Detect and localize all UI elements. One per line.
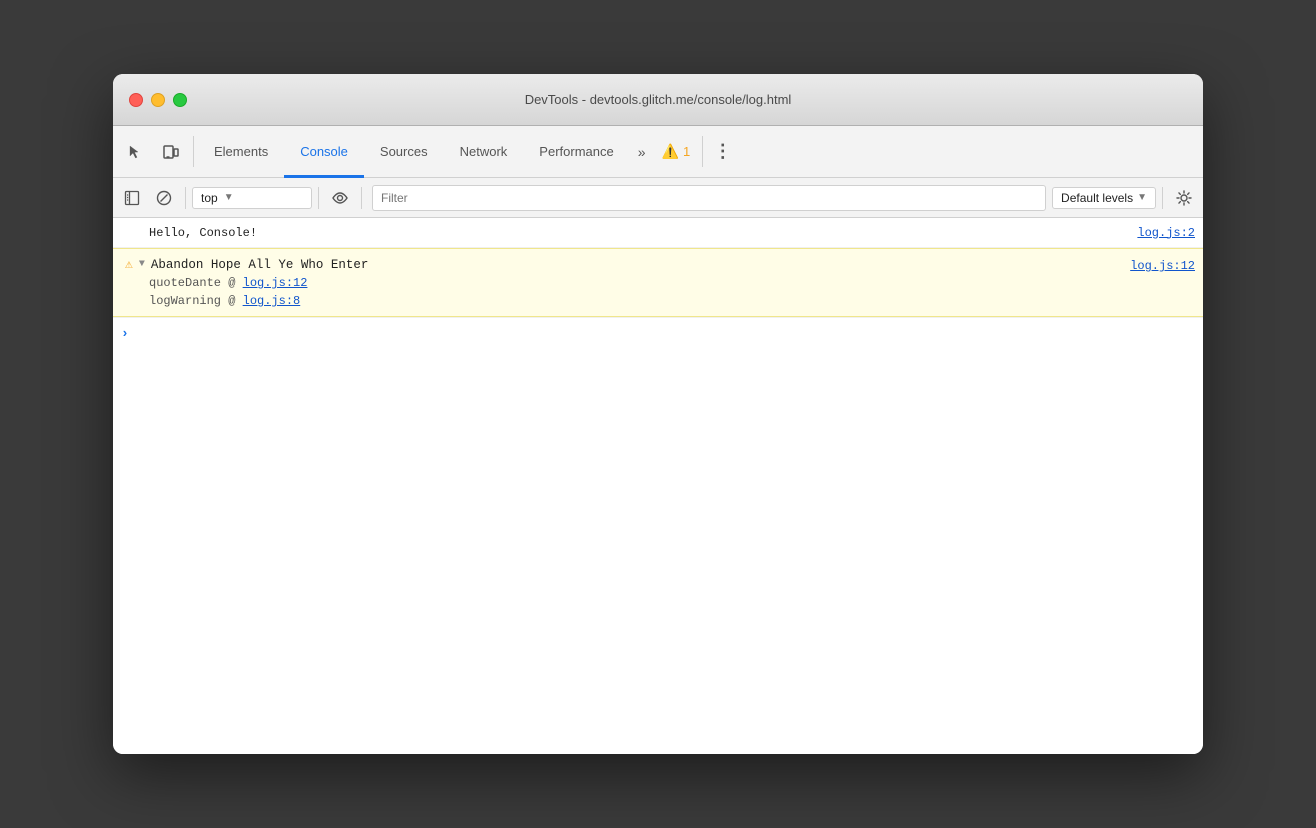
context-selector-arrow: ▼: [224, 192, 234, 203]
console-input-row[interactable]: ›: [113, 317, 1203, 349]
warning-main-line: ⚠ ▼ Abandon Hope All Ye Who Enter: [125, 257, 1130, 272]
devtools-tabbar: Elements Console Sources Network Perform…: [113, 126, 1203, 178]
minimize-button[interactable]: [151, 93, 165, 107]
console-settings-button[interactable]: [1169, 184, 1199, 212]
stack-frame-1: quoteDante @ log.js:12: [125, 276, 1130, 290]
traffic-lights: [129, 93, 187, 107]
log-message: Hello, Console!: [149, 226, 257, 240]
warning-triangle-icon: ⚠️: [662, 143, 679, 160]
close-button[interactable]: [129, 93, 143, 107]
toolbar-separator-1: [185, 187, 186, 209]
warning-title: Abandon Hope All Ye Who Enter: [151, 258, 369, 272]
console-warning-entry: ⚠ ▼ Abandon Hope All Ye Who Enter quoteD…: [113, 248, 1203, 317]
window-title: DevTools - devtools.glitch.me/console/lo…: [525, 92, 792, 107]
clear-console-button[interactable]: [149, 184, 179, 212]
device-toolbar-icon[interactable]: [153, 126, 189, 177]
select-element-icon[interactable]: [117, 126, 153, 177]
console-output: Hello, Console! log.js:2 ⚠ ▼ Abandon Hop…: [113, 218, 1203, 754]
filter-input[interactable]: [372, 185, 1046, 211]
context-selector[interactable]: top ▼: [192, 187, 312, 209]
stack-fn-2: logWarning @: [149, 294, 243, 308]
stack-link-1[interactable]: log.js:12: [243, 276, 308, 290]
devtools-window: DevTools - devtools.glitch.me/console/lo…: [113, 74, 1203, 754]
console-prompt-icon: ›: [121, 326, 129, 341]
tab-sources[interactable]: Sources: [364, 127, 444, 178]
stack-fn-1: quoteDante @: [149, 276, 243, 290]
tab-network[interactable]: Network: [444, 127, 524, 178]
warning-content: ⚠ ▼ Abandon Hope All Ye Who Enter quoteD…: [125, 257, 1130, 308]
warning-source-link[interactable]: log.js:12: [1130, 259, 1195, 273]
toggle-sidebar-button[interactable]: [117, 184, 147, 212]
log-levels-button[interactable]: Default levels ▼: [1052, 187, 1156, 209]
toolbar-separator-2: [318, 187, 319, 209]
expand-warning-button[interactable]: ▼: [139, 259, 145, 270]
console-log-entry: Hello, Console! log.js:2: [113, 218, 1203, 248]
more-options-button[interactable]: ⋮: [707, 126, 739, 177]
titlebar: DevTools - devtools.glitch.me/console/lo…: [113, 74, 1203, 126]
toolbar-separator-4: [1162, 187, 1163, 209]
live-expressions-button[interactable]: [325, 184, 355, 212]
tab-separator: [193, 136, 194, 167]
warning-badge[interactable]: ⚠️ 1: [654, 126, 699, 177]
log-source-link[interactable]: log.js:2: [1137, 226, 1195, 240]
tab-performance[interactable]: Performance: [523, 127, 629, 178]
warning-icon: ⚠: [125, 257, 133, 272]
toolbar-separator-3: [361, 187, 362, 209]
stack-frame-2: logWarning @ log.js:8: [125, 294, 1130, 308]
stack-link-2[interactable]: log.js:8: [243, 294, 301, 308]
tab-elements[interactable]: Elements: [198, 127, 284, 178]
maximize-button[interactable]: [173, 93, 187, 107]
tab-overflow-button[interactable]: »: [630, 126, 654, 177]
tab-console[interactable]: Console: [284, 127, 364, 178]
console-toolbar: top ▼ Default levels ▼: [113, 178, 1203, 218]
sep-before-more: [702, 136, 703, 167]
levels-arrow-icon: ▼: [1137, 192, 1147, 203]
